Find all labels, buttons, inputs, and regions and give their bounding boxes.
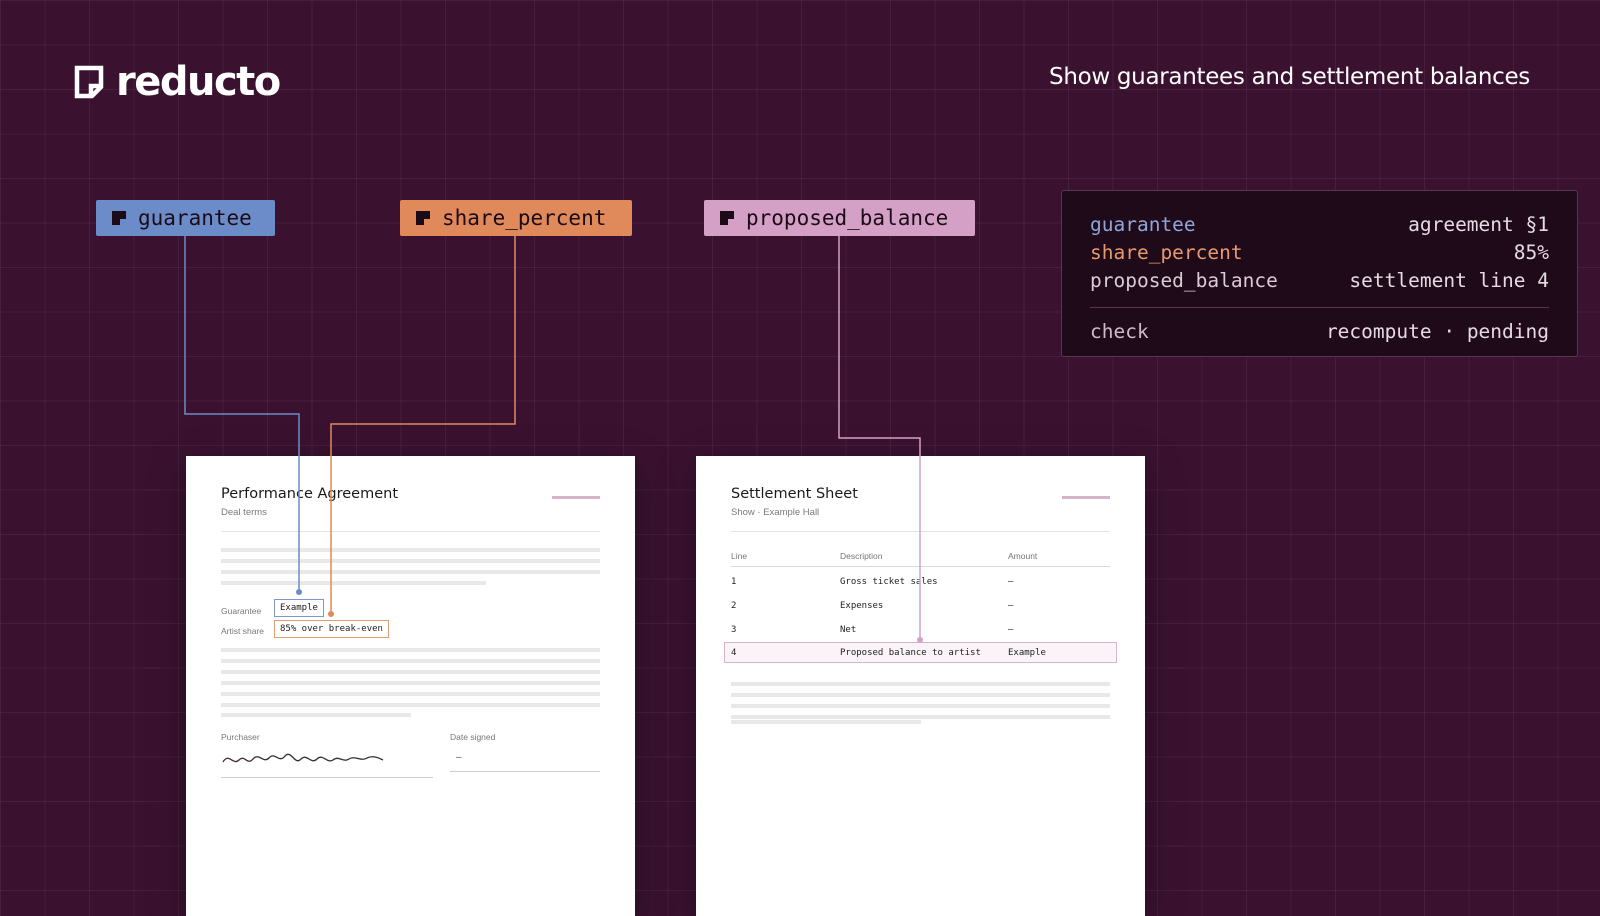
chip-label: guarantee	[138, 206, 252, 230]
brand: reducto	[74, 59, 281, 105]
panel-row-proposed-balance: proposed_balance settlement line 4	[1090, 267, 1549, 295]
text-line	[221, 681, 600, 685]
text-line	[221, 559, 600, 563]
purchaser-label: Purchaser	[221, 732, 260, 742]
text-line	[221, 581, 486, 585]
table-cell-amount: –	[1008, 625, 1014, 635]
field-square-icon	[112, 211, 126, 225]
settlement-document: Settlement Sheet Show · Example Hall Lin…	[696, 456, 1145, 916]
summary-panel: guarantee agreement §1 share_percent 85%…	[1061, 190, 1578, 357]
column-header-line: Line	[731, 551, 748, 561]
panel-key: check	[1090, 320, 1149, 343]
panel-key: guarantee	[1090, 213, 1196, 236]
table-cell-line: 2	[731, 601, 737, 611]
text-line	[221, 570, 600, 574]
reducto-logo-icon	[74, 65, 104, 99]
table-cell-description: Gross ticket sales	[840, 577, 938, 587]
table-cell-line: 4	[731, 648, 737, 658]
table-header-rule	[731, 566, 1110, 567]
table-cell-amount: –	[1008, 577, 1014, 587]
purchaser-signature-line	[221, 777, 433, 778]
column-header-description: Description	[840, 551, 883, 561]
panel-divider	[1090, 307, 1549, 308]
panel-value: recompute · pending	[1325, 320, 1549, 343]
panel-row-guarantee: guarantee agreement §1	[1090, 211, 1549, 239]
brand-name: reducto	[116, 59, 281, 105]
date-signed-line	[450, 771, 600, 772]
panel-value: settlement line 4	[1349, 269, 1549, 292]
date-signed-value: –	[456, 752, 462, 763]
doc-accent-bar	[1062, 496, 1110, 499]
doc-divider	[731, 531, 1110, 532]
agreement-document: Performance Agreement Deal terms Guarant…	[186, 456, 635, 916]
signature-image	[222, 753, 384, 763]
panel-key: share_percent	[1090, 241, 1243, 264]
chip-guarantee: guarantee	[96, 200, 275, 236]
text-line	[731, 704, 1110, 708]
field-label-guarantee: Guarantee	[221, 606, 262, 616]
text-line	[221, 670, 600, 674]
text-line	[221, 648, 600, 652]
date-signed-label: Date signed	[450, 732, 496, 742]
doc-subtitle: Show · Example Hall	[731, 507, 820, 518]
panel-row-share-percent: share_percent 85%	[1090, 239, 1549, 267]
panel-value: 85%	[1513, 241, 1549, 264]
panel-row-check: check recompute · pending	[1090, 318, 1549, 346]
table-cell-line: 1	[731, 577, 737, 587]
doc-subtitle: Deal terms	[221, 507, 267, 518]
field-value-artist-share: 85% over break-even	[274, 620, 389, 638]
doc-title: Performance Agreement	[221, 486, 399, 502]
table-cell-description: Expenses	[840, 601, 884, 611]
text-line	[221, 703, 600, 707]
field-value-guarantee: Example	[274, 599, 324, 617]
text-line	[731, 715, 1110, 719]
text-line	[731, 720, 921, 724]
chip-share-percent: share_percent	[400, 200, 632, 236]
table-cell-amount: Example	[1008, 648, 1046, 658]
text-line	[221, 692, 600, 696]
field-label-artist-share: Artist share	[221, 626, 264, 636]
text-line	[731, 693, 1110, 697]
tagline: Show guarantees and settlement balances	[1049, 64, 1530, 90]
panel-value: agreement §1	[1408, 213, 1549, 236]
table-cell-line: 3	[731, 625, 737, 635]
chip-proposed-balance: proposed_balance	[704, 200, 975, 236]
table-cell-amount: –	[1008, 601, 1014, 611]
text-line	[221, 548, 600, 552]
column-header-amount: Amount	[1008, 551, 1038, 561]
field-square-icon	[416, 211, 430, 225]
panel-key: proposed_balance	[1090, 269, 1278, 292]
text-line	[221, 713, 411, 717]
chip-label: share_percent	[442, 206, 607, 230]
table-cell-description: Net	[840, 625, 857, 635]
doc-title: Settlement Sheet	[731, 486, 858, 502]
doc-accent-bar	[552, 496, 600, 499]
chip-label: proposed_balance	[746, 206, 949, 230]
doc-divider	[221, 531, 600, 532]
text-line	[731, 682, 1110, 686]
table-cell-description: Proposed balance to artist	[840, 648, 981, 658]
field-square-icon	[720, 211, 734, 225]
text-line	[221, 659, 600, 663]
